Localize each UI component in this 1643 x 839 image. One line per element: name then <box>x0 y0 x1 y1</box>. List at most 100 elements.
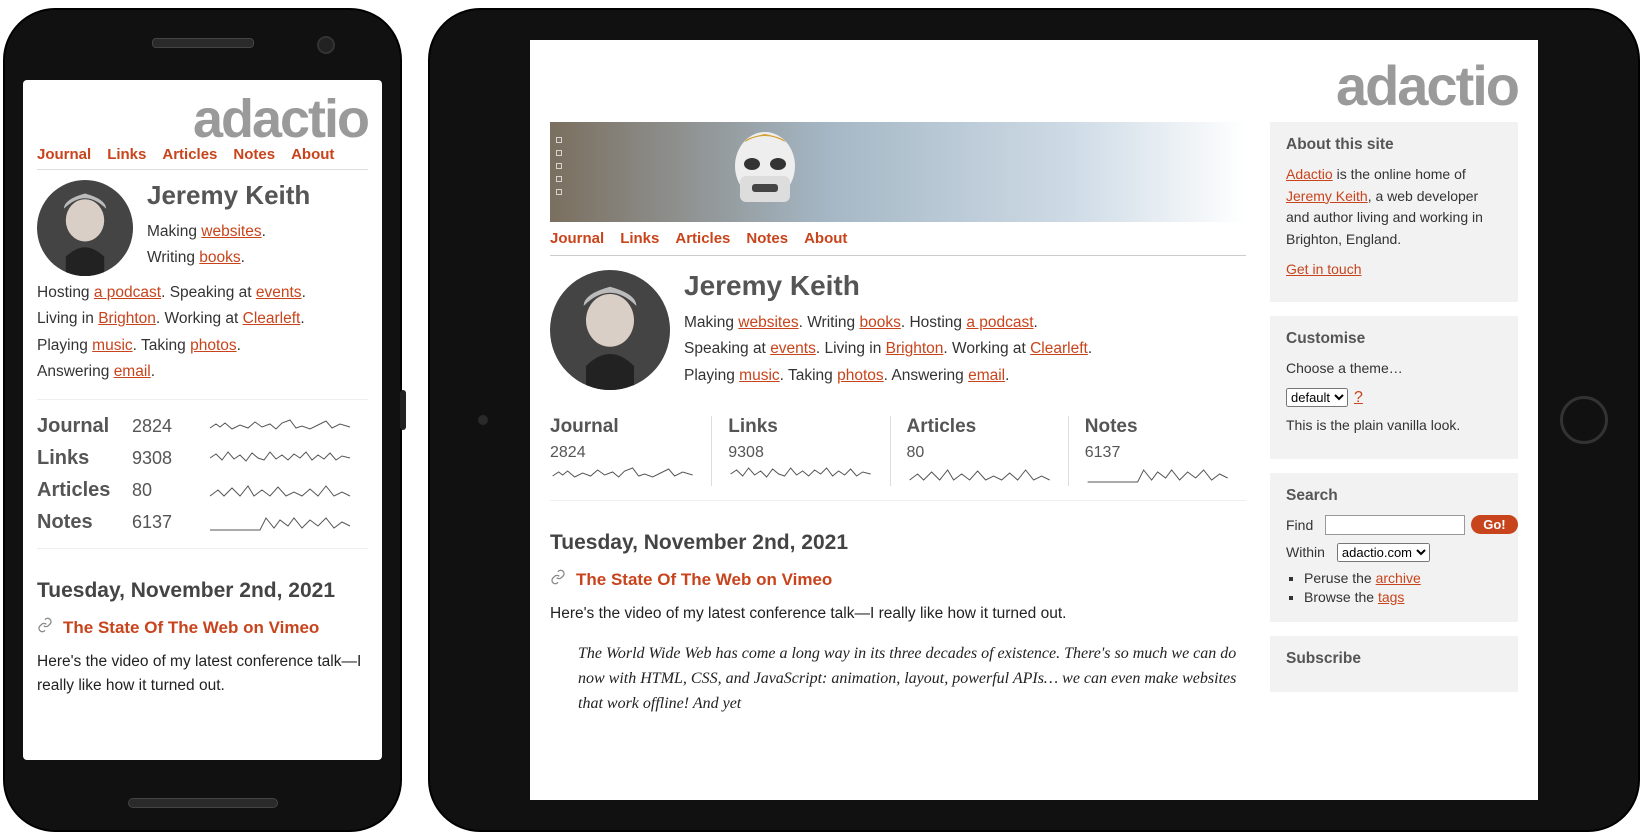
banner-illustration <box>720 128 810 222</box>
nav-links[interactable]: Links <box>107 146 146 163</box>
bio-link-podcast[interactable]: a podcast <box>94 284 161 301</box>
stat-label-journal: Journal <box>37 415 132 438</box>
stat-notes[interactable]: Notes 6137 <box>1068 416 1246 486</box>
divider <box>550 500 1246 501</box>
sidebar: About this site Adactio is the online ho… <box>1270 122 1518 716</box>
sidebar-customise: Customise Choose a theme… default ? This… <box>1270 316 1518 458</box>
search-scope-select[interactable]: adactio.com <box>1337 543 1430 562</box>
site-logo: adactio <box>37 92 368 146</box>
stat-articles[interactable]: Articles 80 <box>890 416 1068 486</box>
stat-count: 80 <box>907 444 1052 462</box>
search-tags-item: Browse the tags <box>1304 589 1502 605</box>
stat-journal[interactable]: Journal 2824 <box>550 416 711 486</box>
nav-journal[interactable]: Journal <box>550 230 604 247</box>
post-title-link[interactable]: The State Of The Web on Vimeo <box>63 618 319 638</box>
bio-link-events[interactable]: events <box>256 284 302 301</box>
archive-link[interactable]: archive <box>1376 570 1421 586</box>
tablet-camera <box>478 415 488 425</box>
theme-select[interactable]: default <box>1286 388 1348 407</box>
customise-desc: This is the plain vanilla look. <box>1286 415 1502 437</box>
nav-about[interactable]: About <box>804 230 847 247</box>
post-excerpt: Here's the video of my latest conference… <box>550 602 1246 626</box>
nav-about[interactable]: About <box>291 146 334 163</box>
about-link-jeremy[interactable]: Jeremy Keith <box>1286 188 1368 204</box>
bio-link-clearleft[interactable]: Clearleft <box>243 310 301 327</box>
stat-label: Journal <box>550 416 695 438</box>
bio-link-email[interactable]: email <box>114 363 151 380</box>
about-link-adactio[interactable]: Adactio <box>1286 166 1333 182</box>
author-name: Jeremy Keith <box>147 180 310 211</box>
site-logo: adactio <box>550 58 1518 114</box>
divider <box>37 399 368 400</box>
search-archive-item: Peruse the archive <box>1304 570 1502 586</box>
tags-link[interactable]: tags <box>1378 589 1404 605</box>
sparkline-journal <box>550 462 695 486</box>
nav-articles[interactable]: Articles <box>675 230 730 247</box>
bio-link-books[interactable]: books <box>199 249 240 266</box>
stat-links[interactable]: Links 9308 <box>711 416 889 486</box>
author-avatar <box>37 180 133 276</box>
post-date: Tuesday, November 2nd, 2021 <box>550 531 1246 555</box>
bio-link-music[interactable]: music <box>92 337 132 354</box>
bio-link-photos[interactable]: photos <box>190 337 237 354</box>
nav-articles[interactable]: Articles <box>162 146 217 163</box>
nav-notes[interactable]: Notes <box>233 146 275 163</box>
stat-count: 6137 <box>1085 444 1230 462</box>
stat-count-notes: 6137 <box>132 512 192 533</box>
theme-help-link[interactable]: ? <box>1354 389 1363 407</box>
sparkline-articles <box>192 478 368 502</box>
bio-link-events[interactable]: events <box>770 340 816 357</box>
author-bio: Making websites. Writing books. Hosting … <box>684 310 1092 389</box>
post-title-link[interactable]: The State Of The Web on Vimeo <box>576 570 832 590</box>
nav-links[interactable]: Links <box>620 230 659 247</box>
permalink-icon[interactable] <box>37 617 53 638</box>
get-in-touch-link[interactable]: Get in touch <box>1286 261 1362 277</box>
primary-nav: Journal Links Articles Notes About <box>37 146 368 170</box>
bio-link-music[interactable]: music <box>739 367 779 384</box>
bio-link-websites[interactable]: websites <box>201 223 261 240</box>
stat-label: Notes <box>1085 416 1230 438</box>
stats-block: Journal 2824 Links 9308 Articles 80 <box>550 416 1246 486</box>
bio-link-brighton[interactable]: Brighton <box>98 310 156 327</box>
stat-label-links: Links <box>37 447 132 470</box>
sparkline-journal <box>192 414 368 438</box>
bio-link-books[interactable]: books <box>859 314 900 331</box>
stat-label-articles: Articles <box>37 479 132 502</box>
search-find-label: Find <box>1286 517 1313 533</box>
bio-link-clearleft[interactable]: Clearleft <box>1030 340 1088 357</box>
post-blockquote: The World Wide Web has come a long way i… <box>578 642 1246 716</box>
sidebar-heading: Customise <box>1286 330 1502 348</box>
bio-link-podcast[interactable]: a podcast <box>966 314 1033 331</box>
phone-power-button <box>400 390 406 430</box>
search-input[interactable] <box>1325 515 1465 535</box>
nav-notes[interactable]: Notes <box>746 230 788 247</box>
bio-link-brighton[interactable]: Brighton <box>886 340 944 357</box>
phone-viewport: adactio Journal Links Articles Notes Abo… <box>23 80 382 760</box>
tablet-viewport: adactio Journal Links <box>530 40 1538 800</box>
stat-count-journal: 2824 <box>132 416 192 437</box>
permalink-icon[interactable] <box>550 569 566 590</box>
main-column: Journal Links Articles Notes About Jerem… <box>550 122 1246 716</box>
post-excerpt: Here's the video of my latest conference… <box>37 650 368 698</box>
bio-link-websites[interactable]: websites <box>738 314 798 331</box>
customise-label: Choose a theme… <box>1286 358 1502 380</box>
sparkline-articles <box>907 462 1052 486</box>
sparkline-notes <box>1085 462 1230 486</box>
bio-link-email[interactable]: email <box>968 367 1005 384</box>
tablet-device-frame: adactio Journal Links <box>430 10 1638 830</box>
divider <box>37 548 368 549</box>
primary-nav: Journal Links Articles Notes About <box>550 230 1246 256</box>
stat-count-articles: 80 <box>132 480 192 501</box>
author-bio: Making websites. Writing books. <box>147 219 310 272</box>
stats-block: Journal 2824 Links 9308 Articles 80 Note… <box>37 414 368 534</box>
sidebar-heading: Search <box>1286 487 1502 505</box>
stat-count-links: 9308 <box>132 448 192 469</box>
phone-device-frame: adactio Journal Links Articles Notes Abo… <box>5 10 400 830</box>
sparkline-links <box>728 462 873 486</box>
nav-journal[interactable]: Journal <box>37 146 91 163</box>
stat-count: 2824 <box>550 444 695 462</box>
sidebar-subscribe: Subscribe <box>1270 636 1518 692</box>
banner-dots <box>556 137 562 195</box>
bio-link-photos[interactable]: photos <box>837 367 884 384</box>
search-go-button[interactable]: Go! <box>1471 515 1517 534</box>
